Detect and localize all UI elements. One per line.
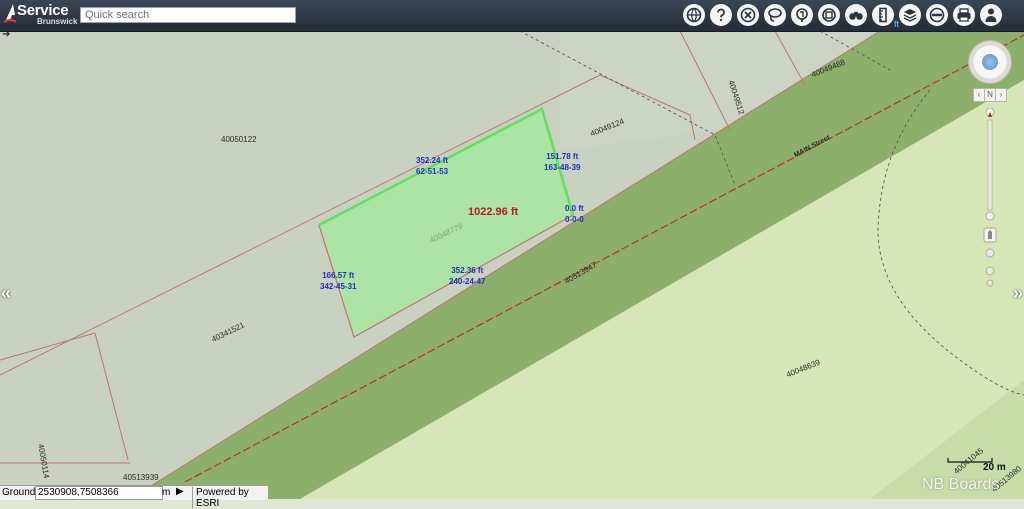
lasso-select-icon[interactable] [764, 4, 786, 26]
coordinates-field[interactable]: 2530908,7508366 [35, 486, 163, 500]
segment-bearing: 0-0-0 [565, 215, 584, 224]
coordinates-unit: m [162, 487, 171, 498]
clear-icon[interactable] [737, 4, 759, 26]
logo-icon [3, 4, 17, 23]
globe-center-icon[interactable] [982, 54, 998, 70]
service-brunswick-logo[interactable]: Service Brunswick [3, 2, 78, 28]
measurement-left: 166.57 ft 342-45-31 [320, 270, 356, 292]
powered-by-label: Powered by ESRI [192, 487, 268, 509]
parcel-label: 40050122 [221, 135, 257, 144]
ruler-icon[interactable] [872, 4, 894, 26]
segment-bearing: 163-48-39 [544, 163, 581, 172]
measurement-top: 352.24 ft 62-51-53 [416, 155, 448, 177]
binoculars-icon[interactable] [845, 4, 867, 26]
rotate-right-button[interactable]: › [995, 88, 1007, 102]
watermark: NB Boards [922, 476, 1000, 493]
status-bar: Ground 2530908,7508366 m ▶ Powered by ES… [0, 485, 268, 509]
pan-right-icon[interactable]: » [1013, 283, 1023, 304]
measurement-bottom: 352.36 ft 240-24-47 [449, 265, 485, 287]
quick-search-input[interactable]: Quick search [80, 7, 296, 23]
segment-length: 352.36 ft [451, 266, 484, 275]
scale-label: 20 m [983, 462, 1006, 473]
logo-text-sub: Brunswick [37, 17, 78, 26]
identify-icon[interactable] [791, 4, 813, 26]
print-icon[interactable] [953, 4, 975, 26]
user-icon[interactable] [980, 4, 1002, 26]
pan-control[interactable] [968, 40, 1012, 84]
unit-indicator: ft [894, 19, 900, 29]
segment-length: 166.57 ft [322, 271, 355, 280]
top-toolbar: Service Brunswick Quick search ft [0, 0, 1024, 32]
pan-left-icon[interactable]: « [1, 283, 11, 304]
area-label: 1022.96 ft [468, 206, 519, 218]
segment-bearing: 342-45-31 [320, 282, 357, 291]
segment-length: 352.24 ft [416, 156, 449, 165]
map-svg [0, 31, 1024, 499]
ground-label: Ground [2, 487, 36, 498]
measurement-corner: 0.0 ft 0-0-0 [565, 203, 584, 225]
basemap-icon[interactable] [926, 4, 948, 26]
zoom-slider[interactable] [983, 108, 997, 288]
toolbar-tools [683, 4, 1002, 28]
help-icon[interactable] [710, 4, 732, 26]
map-canvas[interactable]: 40050122 40049512 40049488 40049124 4004… [0, 31, 1024, 499]
go-to-coordinates-icon[interactable]: ▶ [176, 486, 184, 497]
segment-length: 151.78 ft [546, 152, 579, 161]
segment-bearing: 240-24-47 [449, 277, 486, 286]
measurement-right: 151.78 ft 163-48-39 [544, 151, 580, 173]
segment-bearing: 62-51-53 [416, 167, 449, 176]
segment-length: 0.0 ft [565, 204, 584, 213]
globe-icon[interactable] [683, 4, 705, 26]
layers-icon[interactable] [899, 4, 921, 26]
measure-icon[interactable] [818, 4, 840, 26]
parcel-label: 40513939 [123, 473, 159, 482]
